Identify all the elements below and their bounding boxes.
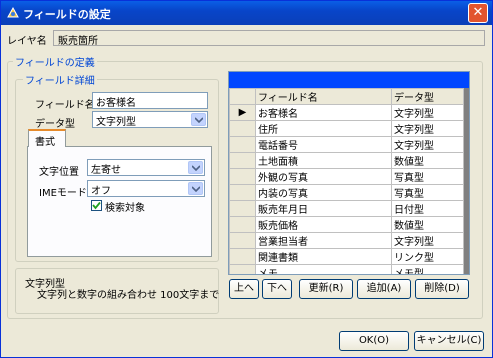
row-header[interactable] bbox=[229, 120, 256, 137]
table-row[interactable]: 販売年月日 日付型 bbox=[229, 200, 464, 217]
row-pointer-icon: ▶ bbox=[229, 104, 256, 121]
cell-data-type[interactable]: 日付型 bbox=[391, 200, 464, 217]
table-row[interactable]: ▶ お客様名 文字列型 bbox=[229, 104, 464, 121]
text-align-value: 左寄せ bbox=[91, 165, 121, 176]
cell-data-type[interactable]: 写真型 bbox=[391, 184, 464, 201]
app-icon bbox=[7, 6, 19, 18]
field-name-label: フィールド名 bbox=[35, 100, 95, 111]
cell-field-name[interactable]: 営業担当者 bbox=[255, 232, 392, 249]
update-button[interactable]: 更新(R) bbox=[299, 279, 353, 299]
data-type-label: データ型 bbox=[35, 119, 75, 130]
data-type-select[interactable]: 文字列型 bbox=[92, 111, 208, 128]
data-type-value: 文字列型 bbox=[96, 117, 136, 128]
cell-data-type[interactable]: 文字列型 bbox=[391, 104, 464, 121]
chevron-down-icon[interactable] bbox=[188, 161, 203, 174]
row-header[interactable] bbox=[229, 232, 256, 249]
column-header-field-name[interactable]: フィールド名 bbox=[255, 88, 392, 105]
title-bar[interactable]: フィールドの設定 ✕ bbox=[1, 1, 492, 25]
table-header-row: フィールド名 データ型 bbox=[229, 88, 464, 105]
field-table: フィールド名 データ型 ▶ お客様名 文字列型 住所 文字列型 電話番号 文字列型 土地… bbox=[229, 88, 464, 274]
text-align-label: 文字位置 bbox=[39, 167, 79, 178]
close-button[interactable]: ✕ bbox=[468, 3, 488, 23]
table-row[interactable]: 内装の写真 写真型 bbox=[229, 184, 464, 201]
cell-field-name[interactable]: 販売価格 bbox=[255, 216, 392, 233]
field-list-grid[interactable]: フィールド名 データ型 ▶ お客様名 文字列型 住所 文字列型 電話番号 文字列型 土地… bbox=[228, 71, 470, 275]
cell-field-name[interactable]: 電話番号 bbox=[255, 136, 392, 153]
row-header[interactable] bbox=[229, 168, 256, 185]
move-down-button[interactable]: 下へ bbox=[262, 279, 292, 299]
row-header[interactable] bbox=[229, 200, 256, 217]
row-header[interactable] bbox=[229, 264, 256, 274]
row-header[interactable] bbox=[229, 248, 256, 265]
add-button[interactable]: 追加(A) bbox=[357, 279, 411, 299]
cell-data-type[interactable]: 写真型 bbox=[391, 168, 464, 185]
table-row[interactable]: 営業担当者 文字列型 bbox=[229, 232, 464, 249]
ime-mode-select[interactable]: オフ bbox=[87, 180, 205, 197]
column-header-data-type[interactable]: データ型 bbox=[391, 88, 464, 105]
row-header[interactable] bbox=[229, 216, 256, 233]
cell-data-type[interactable]: 数値型 bbox=[391, 216, 464, 233]
cell-field-name[interactable]: 外観の写真 bbox=[255, 168, 392, 185]
row-header-corner bbox=[229, 88, 256, 105]
search-target-label: 検索対象 bbox=[105, 203, 145, 214]
cancel-button[interactable]: キャンセル(C) bbox=[414, 331, 484, 351]
table-row[interactable]: 電話番号 文字列型 bbox=[229, 136, 464, 153]
ok-button[interactable]: OK(O) bbox=[339, 331, 409, 351]
chevron-down-icon[interactable] bbox=[191, 113, 206, 126]
field-definition-title: フィールドの定義 bbox=[13, 54, 97, 69]
cell-data-type[interactable]: 文字列型 bbox=[391, 120, 464, 137]
cell-field-name[interactable]: 住所 bbox=[255, 120, 392, 137]
field-name-input[interactable]: お客様名 bbox=[92, 92, 208, 109]
window-title: フィールドの設定 bbox=[23, 8, 111, 21]
cell-field-name[interactable]: メモ bbox=[255, 264, 392, 274]
cell-field-name[interactable]: 内装の写真 bbox=[255, 184, 392, 201]
close-icon: ✕ bbox=[472, 5, 484, 20]
cell-field-name[interactable]: 販売年月日 bbox=[255, 200, 392, 217]
cell-data-type[interactable]: 文字列型 bbox=[391, 136, 464, 153]
grid-caption-bar bbox=[229, 72, 469, 88]
ime-mode-label: IMEモード bbox=[39, 188, 87, 199]
check-icon bbox=[92, 201, 101, 210]
cell-field-name[interactable]: 土地面積 bbox=[255, 152, 392, 169]
row-header[interactable] bbox=[229, 184, 256, 201]
layer-name-label: レイヤ名 bbox=[7, 36, 47, 47]
row-header[interactable] bbox=[229, 152, 256, 169]
table-row[interactable]: 関連書類 リンク型 bbox=[229, 248, 464, 265]
search-target-checkbox[interactable] bbox=[91, 200, 102, 211]
cell-data-type[interactable]: リンク型 bbox=[391, 248, 464, 265]
cell-data-type[interactable]: メモ型 bbox=[391, 264, 464, 274]
row-header[interactable] bbox=[229, 136, 256, 153]
move-up-button[interactable]: 上へ bbox=[229, 279, 259, 299]
table-row[interactable]: メモ メモ型 bbox=[229, 264, 464, 274]
tab-format[interactable]: 書式 bbox=[28, 129, 66, 148]
delete-button[interactable]: 削除(D) bbox=[415, 279, 469, 299]
field-settings-dialog: フィールドの設定 ✕ レイヤ名 販売箇所 フィールドの定義 フィールド詳細 フィ… bbox=[0, 0, 493, 358]
type-description-text: 文字列と数字の組み合わせ 100文字まで bbox=[37, 290, 220, 301]
ime-mode-value: オフ bbox=[91, 186, 111, 197]
text-align-select[interactable]: 左寄せ bbox=[87, 159, 205, 176]
cell-field-name[interactable]: お客様名 bbox=[255, 104, 392, 121]
cell-field-name[interactable]: 関連書類 bbox=[255, 248, 392, 265]
field-detail-title: フィールド詳細 bbox=[23, 72, 97, 87]
table-row[interactable]: 土地面積 数値型 bbox=[229, 152, 464, 169]
table-row[interactable]: 住所 文字列型 bbox=[229, 120, 464, 137]
chevron-down-icon[interactable] bbox=[188, 182, 203, 195]
table-row[interactable]: 販売価格 数値型 bbox=[229, 216, 464, 233]
cell-data-type[interactable]: 文字列型 bbox=[391, 232, 464, 249]
table-row[interactable]: 外観の写真 写真型 bbox=[229, 168, 464, 185]
layer-name-field: 販売箇所 bbox=[53, 30, 485, 47]
cell-data-type[interactable]: 数値型 bbox=[391, 152, 464, 169]
